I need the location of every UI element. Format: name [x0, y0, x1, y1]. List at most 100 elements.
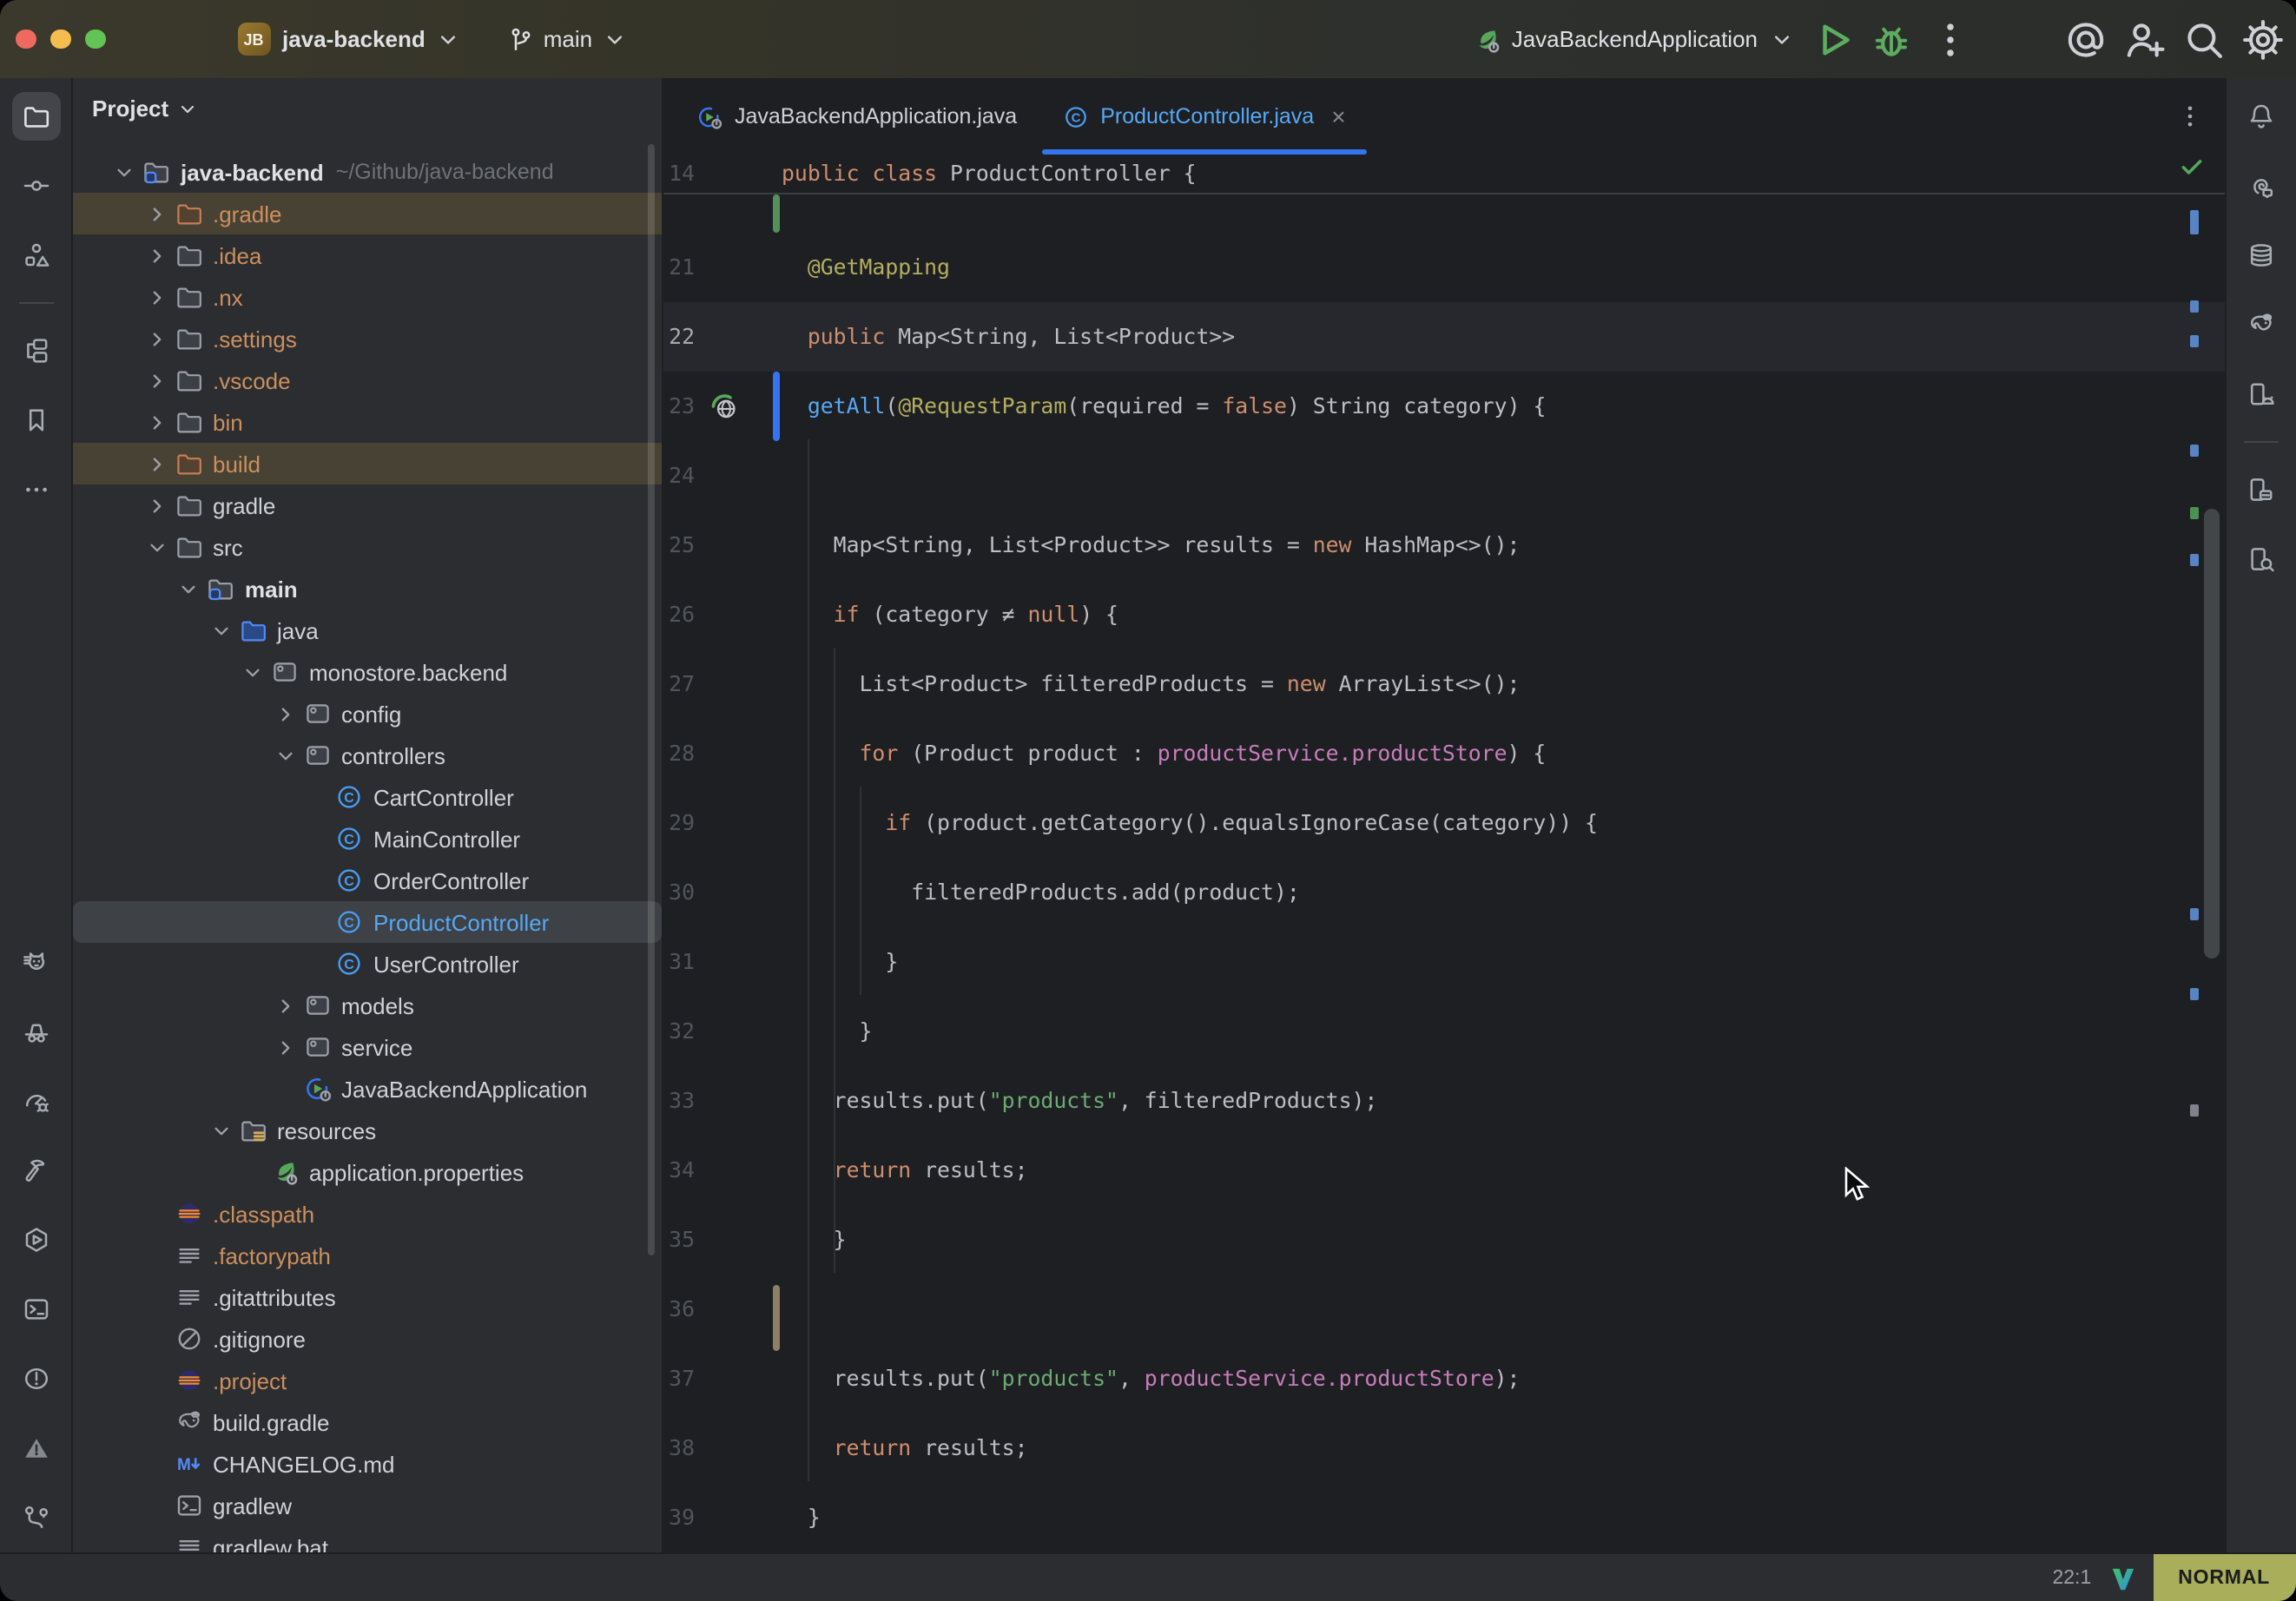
chevron-down-icon[interactable] — [208, 617, 234, 643]
code-line-32[interactable]: 32 } — [663, 996, 2225, 1065]
code-line-35[interactable]: 35 } — [663, 1204, 2225, 1274]
tree-item-changelog-md[interactable]: MCHANGELOG.md — [73, 1443, 662, 1485]
code-line-34[interactable]: 34 return results; — [663, 1135, 2225, 1204]
chevron-right-icon[interactable] — [143, 451, 169, 477]
tree-item-gradlew[interactable]: gradlew — [73, 1485, 662, 1526]
settings-gear-icon[interactable] — [2240, 16, 2286, 62]
tool-window-button-project[interactable] — [11, 92, 60, 141]
tree-item-build-gradle[interactable]: build.gradle — [73, 1401, 662, 1443]
tree-item-java[interactable]: java — [73, 609, 662, 651]
tree-item--settings[interactable]: .settings — [73, 318, 662, 359]
ideavim-icon[interactable] — [2110, 1565, 2136, 1591]
code-line-21[interactable]: 21 @GetMapping — [663, 232, 2225, 301]
project-tree-scrollbar[interactable] — [648, 144, 655, 1255]
chevron-down-icon[interactable] — [175, 96, 200, 121]
code-line-31[interactable]: 31 } — [663, 926, 2225, 996]
tree-item--gitignore[interactable]: .gitignore — [73, 1318, 662, 1360]
vim-mode-badge[interactable]: NORMAL — [2154, 1554, 2296, 1601]
tool-window-button-ai-cat[interactable] — [11, 938, 60, 986]
vcs-change-marker-modified-ws[interactable] — [773, 1285, 780, 1351]
code-line-29[interactable]: 29 if (product.getCategory().equalsIgnor… — [663, 787, 2225, 857]
tree-item-ordercontroller[interactable]: COrderController — [73, 860, 662, 901]
error-stripe-mark[interactable] — [2190, 445, 2199, 457]
debug-button[interactable] — [1869, 16, 1914, 62]
run-button[interactable] — [1810, 16, 1855, 62]
spring-endpoint-globe-icon[interactable] — [709, 390, 740, 421]
code-line-30[interactable]: 30 filteredProducts.add(product); — [663, 857, 2225, 926]
chevron-down-icon[interactable] — [208, 1117, 234, 1143]
tree-item-productcontroller[interactable]: CProductController — [73, 901, 662, 943]
error-stripe-mark[interactable] — [2190, 335, 2199, 347]
code-with-me-icon[interactable] — [2122, 16, 2167, 62]
chevron-down-icon[interactable] — [111, 159, 137, 185]
error-stripe-mark[interactable] — [2190, 554, 2199, 566]
tool-window-button-bookmarks[interactable] — [11, 396, 60, 445]
error-stripe-mark[interactable] — [2190, 908, 2199, 920]
chevron-right-icon[interactable] — [272, 701, 298, 727]
error-stripe-mark[interactable] — [2190, 1104, 2199, 1117]
tool-window-button-version-control[interactable] — [11, 1493, 60, 1542]
tool-window-button-incognito[interactable] — [11, 1007, 60, 1056]
tree-item-java-backend[interactable]: java-backend~/Github/java-backend — [73, 151, 662, 193]
chevron-right-icon[interactable] — [143, 284, 169, 310]
zoom-button[interactable] — [85, 30, 105, 49]
tree-item-main[interactable]: main — [73, 568, 662, 609]
vcs-change-marker-added[interactable] — [773, 194, 780, 233]
tree-item--gradle[interactable]: .gradle — [73, 193, 662, 234]
tree-item-monostore-backend[interactable]: monostore.backend — [73, 651, 662, 693]
error-stripe-mark[interactable] — [2190, 988, 2199, 1000]
tree-item-src[interactable]: src — [73, 526, 662, 568]
tree-item-config[interactable]: config — [73, 693, 662, 735]
code-line-28[interactable]: 28 for (Product product : productService… — [663, 718, 2225, 787]
chevron-down-icon[interactable] — [143, 534, 169, 560]
minimize-button[interactable] — [50, 30, 70, 49]
tool-window-button-structure[interactable] — [11, 231, 60, 280]
chevron-right-icon[interactable] — [272, 992, 298, 1018]
tree-item--vscode[interactable]: .vscode — [73, 359, 662, 401]
code-line-25[interactable]: 25 Map<String, List<Product>> results = … — [663, 510, 2225, 579]
code-line-33[interactable]: 33 results.put("products", filteredProdu… — [663, 1065, 2225, 1135]
chevron-down-icon[interactable] — [240, 659, 266, 685]
tool-window-button-warnings[interactable] — [11, 1424, 60, 1473]
tree-item-build[interactable]: build — [73, 443, 662, 484]
tool-window-button-modules[interactable] — [11, 326, 60, 375]
tool-window-button-profiler[interactable] — [11, 1077, 60, 1125]
tree-item-service[interactable]: service — [73, 1026, 662, 1068]
more-actions-kebab-icon[interactable] — [1928, 16, 1973, 62]
close-button[interactable] — [16, 30, 36, 49]
tree-item--gitattributes[interactable]: .gitattributes — [73, 1276, 662, 1318]
chevron-down-icon[interactable] — [175, 576, 201, 602]
error-stripe-mark[interactable] — [2190, 507, 2199, 519]
run-configuration-selector[interactable]: JavaBackendApplication — [1474, 25, 1796, 53]
ai-mention-icon[interactable] — [2063, 16, 2108, 62]
chevron-right-icon[interactable] — [143, 367, 169, 393]
tree-item-models[interactable]: models — [73, 985, 662, 1026]
error-stripe-mark[interactable] — [2190, 300, 2199, 313]
tool-window-button-device-explorer[interactable] — [2237, 535, 2286, 583]
tree-item-javabackendapplication[interactable]: JavaBackendApplication — [73, 1068, 662, 1110]
tree-item--nx[interactable]: .nx — [73, 276, 662, 318]
inspections-ok-check-icon[interactable] — [2180, 155, 2204, 179]
project-selector[interactable]: java-backend — [282, 25, 462, 53]
tool-window-button-terminal[interactable] — [11, 1285, 60, 1334]
code-line-23[interactable]: 23 getAll(@RequestParam(required = false… — [663, 371, 2225, 440]
chevron-right-icon[interactable] — [143, 492, 169, 518]
code-line-39[interactable]: 39 } — [663, 1482, 2225, 1552]
tool-window-button-running-devices[interactable] — [2237, 370, 2286, 418]
chevron-right-icon[interactable] — [272, 1034, 298, 1060]
tree-item-usercontroller[interactable]: CUserController — [73, 943, 662, 985]
tree-item-gradlew-bat[interactable]: gradlew.bat — [73, 1526, 662, 1552]
tool-window-button-gradle[interactable] — [2237, 300, 2286, 349]
tool-window-button-database[interactable] — [2237, 231, 2286, 280]
sticky-line[interactable]: 14 public class ProductController { — [663, 155, 2225, 194]
code-line-36[interactable]: 36 — [663, 1274, 2225, 1343]
chevron-right-icon[interactable] — [143, 242, 169, 268]
code-line-24[interactable]: 24 — [663, 440, 2225, 510]
tool-window-button-services[interactable] — [11, 1216, 60, 1264]
chevron-right-icon[interactable] — [143, 201, 169, 227]
tree-item-bin[interactable]: bin — [73, 401, 662, 443]
tree-item-cartcontroller[interactable]: CCartController — [73, 776, 662, 818]
tree-item-application-properties[interactable]: application.properties — [73, 1151, 662, 1193]
code-line-37[interactable]: 37 results.put("products", productServic… — [663, 1343, 2225, 1413]
editor-scrollbar[interactable] — [2204, 509, 2220, 959]
